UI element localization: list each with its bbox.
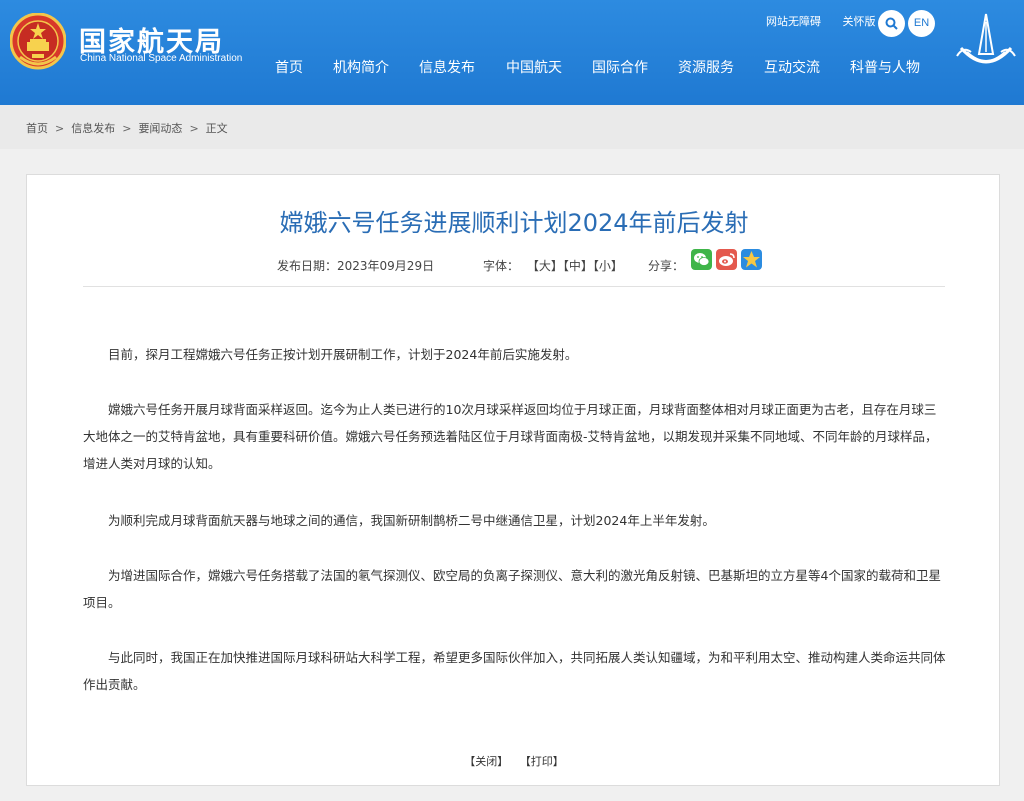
nav-item-news[interactable]: 信息发布 — [419, 57, 475, 77]
national-emblem-icon[interactable] — [10, 13, 66, 71]
font-size-controls: 字体： 【大】【中】【小】 — [483, 257, 623, 274]
breadcrumb-separator: > — [55, 122, 65, 135]
wechat-share-button[interactable] — [691, 249, 712, 270]
qzone-share-button[interactable] — [741, 249, 762, 270]
cnsa-logo-icon — [956, 13, 1016, 64]
nav-item-resources[interactable]: 资源服务 — [678, 57, 734, 77]
breadcrumb-home[interactable]: 首页 — [26, 122, 48, 135]
title-divider — [83, 286, 945, 287]
weibo-icon — [719, 253, 735, 266]
share-label: 分享： — [648, 259, 685, 273]
article-title: 嫦娥六号任务进展顺利计划2024年前后发射 — [279, 209, 749, 237]
article-panel: 嫦娥六号任务进展顺利计划2024年前后发射 发布日期：2023年09月29日 字… — [26, 174, 1000, 786]
breadcrumb-headlines[interactable]: 要闻动态 — [138, 122, 182, 135]
nav-item-international[interactable]: 国际合作 — [592, 57, 648, 77]
nav-item-about[interactable]: 机构简介 — [333, 57, 389, 77]
care-mode-link[interactable]: 关怀版 — [843, 13, 876, 29]
article-actions: 【关闭】 【打印】 — [27, 753, 1001, 769]
publish-date: 发布日期：2023年09月29日 — [277, 259, 435, 273]
breadcrumb-news[interactable]: 信息发布 — [71, 122, 115, 135]
search-icon — [885, 17, 898, 30]
close-button[interactable]: 【关闭】 — [464, 755, 508, 768]
article-paragraph: 为增进国际合作，嫦娥六号任务搭载了法国的氡气探测仪、欧空局的负离子探测仪、意大利… — [83, 568, 941, 610]
font-small-button[interactable]: 【小】 — [593, 259, 623, 273]
site-header: 国家航天局 China National Space Administratio… — [0, 0, 1024, 105]
accessibility-link[interactable]: 网站无障碍 — [766, 13, 821, 29]
nav-item-interaction[interactable]: 互动交流 — [764, 57, 820, 77]
english-button[interactable]: EN — [908, 10, 935, 37]
nav-item-science[interactable]: 科普与人物 — [850, 57, 920, 77]
font-medium-button[interactable]: 【中】 — [563, 259, 593, 273]
font-size-label: 字体： — [483, 259, 520, 273]
qzone-icon — [743, 251, 760, 268]
article-paragraph: 目前，探月工程嫦娥六号任务正按计划开展研制工作，计划于2024年前后实施发射。 — [108, 347, 578, 362]
main-nav: 首页 机构简介 信息发布 中国航天 国际合作 资源服务 互动交流 科普与人物 — [260, 57, 940, 79]
nav-item-china-space[interactable]: 中国航天 — [506, 57, 562, 77]
search-button[interactable] — [878, 10, 905, 37]
font-large-button[interactable]: 【大】 — [527, 259, 563, 273]
nav-item-home[interactable]: 首页 — [275, 57, 303, 77]
article-paragraph: 为顺利完成月球背面航天器与地球之间的通信，我国新研制鹊桥二号中继通信卫星，计划2… — [108, 513, 715, 528]
breadcrumb-current: 正文 — [205, 122, 228, 135]
breadcrumb-separator: > — [122, 122, 132, 135]
breadcrumb: 首页 > 信息发布 > 要闻动态 > 正文 — [26, 120, 228, 136]
breadcrumb-bar: 首页 > 信息发布 > 要闻动态 > 正文 — [0, 105, 1024, 149]
article-paragraph: 与此同时，我国正在加快推进国际月球科研站大科学工程，希望更多国际伙伴加入，共同拓… — [83, 650, 946, 692]
weibo-share-button[interactable] — [716, 249, 737, 270]
article-paragraph: 嫦娥六号任务开展月球背面采样返回。迄今为止人类已进行的10次月球采样返回均位于月… — [83, 402, 938, 471]
top-links: 网站无障碍 关怀版 — [766, 13, 876, 29]
site-title-en[interactable]: China National Space Administration — [80, 53, 242, 64]
wechat-icon — [694, 253, 710, 266]
print-button[interactable]: 【打印】 — [520, 755, 564, 768]
breadcrumb-separator: > — [189, 122, 199, 135]
